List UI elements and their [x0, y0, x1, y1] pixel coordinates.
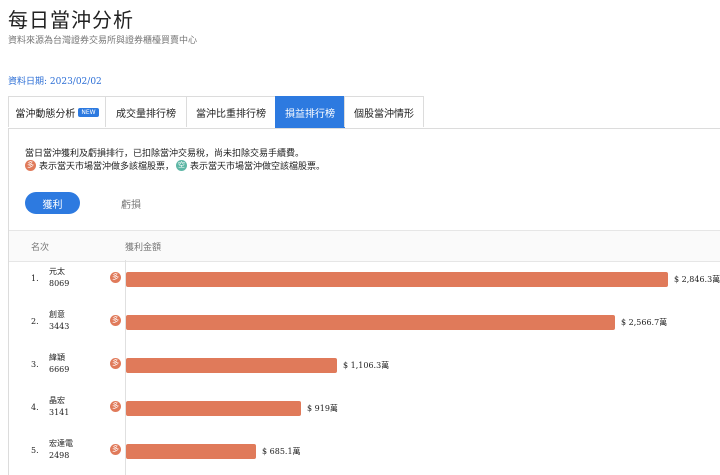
profit-bar: [126, 444, 256, 459]
page-title: 每日當沖分析: [8, 8, 134, 32]
long-icon: 多: [110, 358, 121, 369]
amount-column-header: 獲利金額: [125, 243, 162, 253]
profit-value: $ 919萬: [307, 404, 338, 413]
stock-label[interactable]: 元太 8069: [49, 266, 69, 290]
rank-column-header: 名次: [31, 243, 50, 253]
page-subtitle: 資料來源為台灣證券交易所與證券櫃檯買賣中心: [8, 36, 198, 46]
short-icon: 空: [176, 160, 188, 171]
table-row[interactable]: 3. 緯穎 6669 多 $ 1,106.3萬: [9, 346, 720, 386]
stock-code: 3443: [49, 322, 70, 331]
tab-label: 當沖比重排行榜: [196, 108, 266, 120]
tab-label: 當沖動態分析: [15, 108, 76, 120]
stock-name: 創意: [49, 310, 65, 319]
long-icon: 多: [110, 444, 121, 455]
profit-bar: [126, 272, 668, 287]
new-badge: NEW: [78, 107, 99, 117]
tab-label: 個股當沖情形: [354, 108, 414, 120]
stock-name: 緯穎: [49, 353, 65, 362]
profit-value: $ 685.1萬: [262, 447, 301, 456]
short-legend-text: 表示當天市場當沖做空該檔股票。: [190, 162, 326, 172]
tab-pnl-ranking[interactable]: 損益排行榜: [275, 96, 345, 128]
stock-label[interactable]: 宏達電 2498: [49, 438, 73, 462]
loss-toggle-button[interactable]: 虧損: [111, 192, 151, 214]
rank-number: 1.: [31, 274, 39, 283]
stock-label[interactable]: 緯穎 6669: [49, 352, 69, 376]
data-date: 資料日期: 2023/02/02: [8, 77, 102, 87]
long-icon: 多: [25, 160, 36, 171]
profit-toggle-button[interactable]: 獲利: [25, 192, 80, 214]
stock-label[interactable]: 晶宏 3141: [49, 395, 69, 419]
stock-name: 元太: [49, 267, 65, 276]
stock-name: 宏達電: [49, 439, 73, 448]
profit-value: $ 1,106.3萬: [343, 361, 390, 370]
rank-number: 5.: [31, 446, 39, 455]
stock-code: 8069: [49, 279, 70, 288]
stock-code: 3141: [49, 408, 70, 417]
tab-label: 成交量排行榜: [116, 108, 176, 120]
table-row[interactable]: 2. 創意 3443 多 $ 2,566.7萬: [9, 303, 720, 343]
table-row[interactable]: 1. 元太 8069 多 $ 2,846.3萬: [9, 260, 720, 300]
stock-label[interactable]: 創意 3443: [49, 309, 69, 333]
profit-value: $ 2,846.3萬: [674, 275, 720, 284]
rank-number: 3.: [31, 360, 39, 369]
long-icon: 多: [110, 401, 121, 412]
long-icon: 多: [110, 272, 121, 283]
tab-label: 損益排行榜: [285, 109, 335, 120]
tab-bar: 當沖動態分析 NEW 成交量排行榜 當沖比重排行榜 損益排行榜 個股當沖情形: [8, 96, 720, 129]
legend-line: 多 表示當天市場當沖做多該檔股票， 空 表示當天市場當沖做空該檔股票。: [25, 159, 325, 172]
stock-code: 2498: [49, 451, 70, 460]
ranking-list: 1. 元太 8069 多 $ 2,846.3萬 2. 創意 3443 多 $ 2,566.7萬 3.…: [9, 260, 720, 475]
long-legend-text: 表示當天市場當沖做多該檔股票，: [39, 162, 175, 172]
ranking-panel: 當日當沖獲利及虧損排行，已扣除當沖交易稅，尚未扣除交易手續費。 多 表示當天市場…: [8, 128, 720, 475]
profit-bar: [126, 315, 615, 330]
profit-bar: [126, 401, 301, 416]
tab-stock-daytrade[interactable]: 個股當沖情形: [344, 96, 424, 127]
description-line: 當日當沖獲利及虧損排行，已扣除當沖交易稅，尚未扣除交易手續費。: [25, 149, 305, 159]
profit-bar: [126, 358, 337, 373]
profit-value: $ 2,566.7萬: [621, 318, 668, 327]
rank-number: 2.: [31, 317, 39, 326]
tab-daytrade-dynamics[interactable]: 當沖動態分析 NEW: [8, 96, 106, 127]
table-header: 名次 獲利金額: [9, 230, 720, 262]
tab-ratio-ranking[interactable]: 當沖比重排行榜: [186, 96, 276, 127]
long-icon: 多: [110, 315, 121, 326]
tab-volume-ranking[interactable]: 成交量排行榜: [105, 96, 187, 127]
stock-name: 晶宏: [49, 396, 65, 405]
stock-code: 6669: [49, 365, 70, 374]
table-row[interactable]: 5. 宏達電 2498 多 $ 685.1萬: [9, 432, 720, 472]
table-row[interactable]: 4. 晶宏 3141 多 $ 919萬: [9, 389, 720, 429]
rank-number: 4.: [31, 403, 39, 412]
